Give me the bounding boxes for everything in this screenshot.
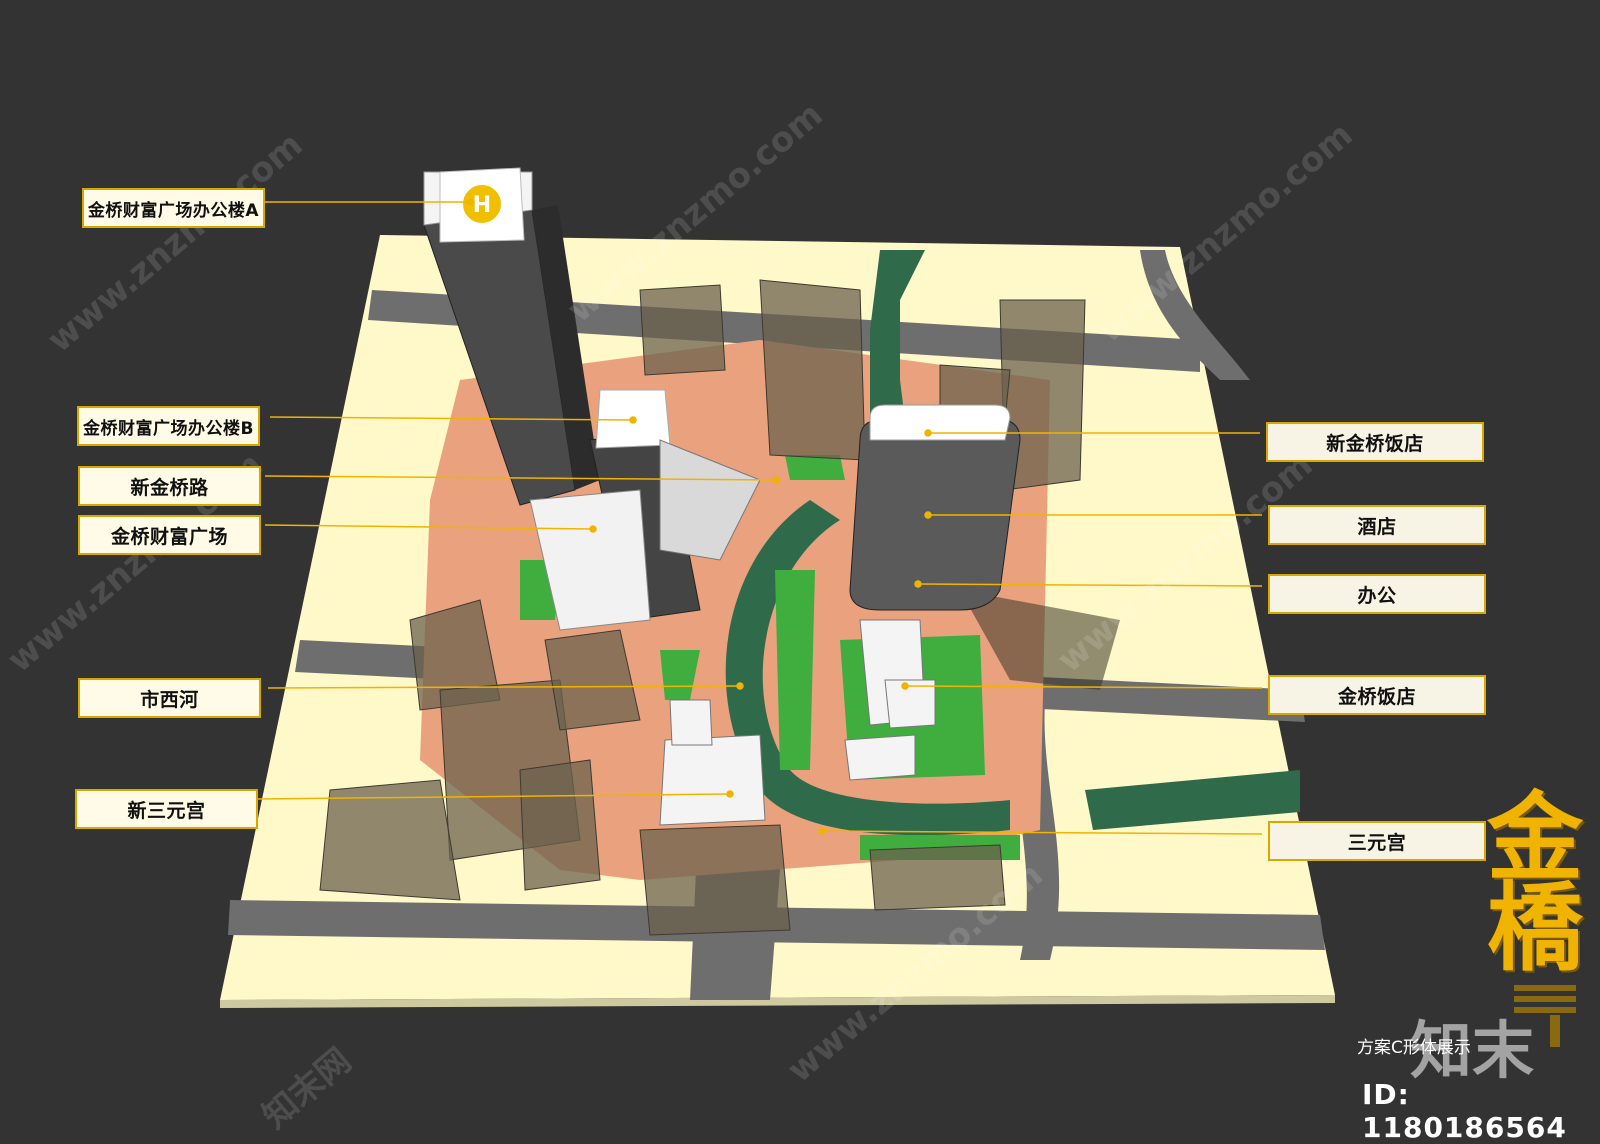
- helipad-letter: H: [473, 193, 491, 218]
- label-hotel: 酒店: [1268, 505, 1486, 545]
- label-wealth-plaza: 金桥财富广场: [78, 515, 261, 555]
- brand-char-qiao: 橋: [1487, 871, 1583, 984]
- label-jinqiao-hotel: 金桥饭店: [1268, 675, 1486, 715]
- label-shixi-river: 市西河: [78, 678, 261, 718]
- label-new-sanyuan-palace: 新三元宫: [75, 789, 258, 829]
- scheme-caption: 方案C形体展示: [1357, 1038, 1471, 1058]
- label-sanyuan-palace: 三元宫: [1268, 821, 1486, 861]
- label-office-a: 金桥财富广场办公楼A: [82, 188, 265, 228]
- label-new-jinqiao-road: 新金桥路: [78, 466, 261, 506]
- image-id: ID: 1180186564: [1362, 1078, 1567, 1144]
- label-office-b: 金桥财富广场办公楼B: [77, 406, 260, 446]
- label-new-jinqiao-hotel: 新金桥饭店: [1266, 422, 1484, 462]
- tower-new-jinqiao-hotel: [849, 404, 1021, 611]
- label-office: 办公: [1268, 574, 1486, 614]
- site-model-scene: H: [220, 167, 1576, 1047]
